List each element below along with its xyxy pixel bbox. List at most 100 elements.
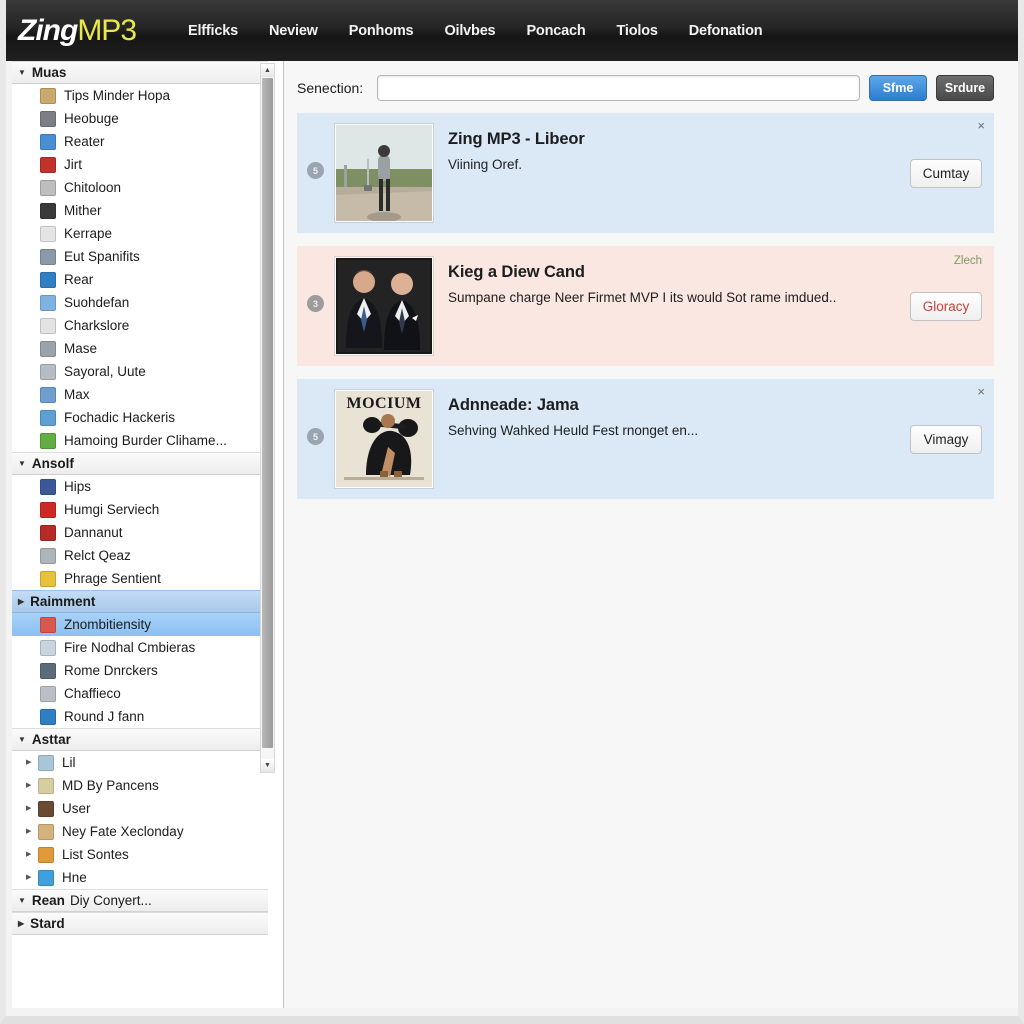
results-list: 5 Zing MP3 - Libeor Viining Oref. Cumtay × 3 K…: [285, 101, 1018, 499]
nav-item-poncach[interactable]: Poncach: [526, 23, 585, 39]
sidebar-item-label: MD By Pancens: [62, 778, 159, 793]
sidebar-item-round-j-fann[interactable]: Round J fann: [12, 705, 268, 728]
search-submit-button[interactable]: Sfme: [869, 75, 927, 101]
sidebar-item-dannanut[interactable]: Dannanut: [12, 521, 268, 544]
sidebar-item-rome-dnrckers[interactable]: Rome Dnrckers: [12, 659, 268, 682]
sidebar-item-user[interactable]: ▶ User: [12, 797, 268, 820]
result-card: 3 Kieg a Diew Cand Sumpane charge Neer Fir…: [297, 246, 994, 366]
sidebar-item-charkslore[interactable]: Charkslore: [12, 314, 268, 337]
sidebar-item-chaffieco[interactable]: Chaffieco: [12, 682, 268, 705]
result-description: Viining Oref.: [448, 157, 523, 172]
chevron-right-icon[interactable]: ▶: [26, 828, 38, 835]
sidebar-item-heobuge[interactable]: Heobuge: [12, 107, 268, 130]
sidebar-scroll-area: ▼ Muas Tips Minder Hopa Heobuge Reater Jirt Ch…: [12, 61, 268, 1008]
sidebar-item-label: Sayoral, Uute: [64, 364, 146, 379]
sidebar-group-rean[interactable]: ▼ Rean Diy Conyert...: [12, 889, 268, 912]
result-action-button[interactable]: Cumtay: [910, 158, 982, 188]
sidebar-item-mither[interactable]: Mither: [12, 199, 268, 222]
nav-item-neview[interactable]: Neview: [269, 23, 318, 39]
result-thumbnail[interactable]: [334, 256, 434, 356]
app-logo[interactable]: ZingMP3: [18, 15, 137, 46]
map-icon: [38, 754, 54, 771]
sidebar-item-phrage-sentient[interactable]: Phrage Sentient: [12, 567, 268, 590]
sidebar-item-list-sontes[interactable]: ▶ List Sontes: [12, 843, 268, 866]
ship-icon: [40, 662, 56, 679]
scroll-up-arrow-icon[interactable]: ▲: [261, 64, 274, 77]
nav-item-oilvbes[interactable]: Oilvbes: [444, 23, 495, 39]
result-description: Sehving Wahked Heuld Fest rnonget en...: [448, 423, 699, 438]
chevron-right-icon[interactable]: ▶: [26, 874, 38, 881]
result-count-badge: 3: [307, 295, 324, 312]
sidebar-group-ansolf[interactable]: ▼ Ansolf: [12, 452, 268, 475]
sidebar-item-label: Hamoing Burder Clihame...: [64, 433, 227, 448]
sidebar-item-eut-spanifits[interactable]: Eut Spanifits: [12, 245, 268, 268]
photo-icon: [40, 294, 56, 311]
sidebar-item-sayoral-uute[interactable]: Sayoral, Uute: [12, 360, 268, 383]
sidebar-item-label: Znombitiensity: [64, 617, 152, 632]
sidebar-item-jirt[interactable]: Jirt: [12, 153, 268, 176]
main-navigation: Elfficks Neview Ponhoms Oilvbes Poncach Tiolo…: [188, 23, 793, 39]
sidebar-item-label: Dannanut: [64, 525, 123, 540]
sidebar-item-rear[interactable]: Rear: [12, 268, 268, 291]
sidebar-item-hamoing-burder-clihame[interactable]: Hamoing Burder Clihame...: [12, 429, 268, 452]
chevron-right-icon[interactable]: ▶: [26, 805, 38, 812]
chevron-right-icon[interactable]: ▶: [26, 851, 38, 858]
sidebar-item-ney-fate-xeclonday[interactable]: ▶ Ney Fate Xeclonday: [12, 820, 268, 843]
sidebar-group-muas[interactable]: ▼ Muas: [12, 61, 268, 84]
result-title[interactable]: Zing MP3 - Libeor: [448, 130, 900, 149]
sidebar-item-relct-qeaz[interactable]: Relct Qeaz: [12, 544, 268, 567]
sidebar-group-raimment[interactable]: ▶ Raimment: [12, 590, 268, 613]
sidebar-item-label: Jirt: [64, 157, 82, 172]
close-icon[interactable]: ×: [977, 119, 985, 132]
result-title[interactable]: Adnneade: Jama: [448, 396, 900, 415]
sidebar-item-md-by-pancens[interactable]: ▶ MD By Pancens: [12, 774, 268, 797]
sidebar-item-label: Kerrape: [64, 226, 113, 241]
result-action-button[interactable]: Gloracy: [910, 291, 982, 321]
sidebar-item-reater[interactable]: Reater: [12, 130, 268, 153]
sidebar-scrollbar[interactable]: ▲ ▼: [260, 63, 275, 773]
result-title[interactable]: Kieg a Diew Cand: [448, 263, 900, 282]
close-icon[interactable]: ×: [977, 385, 985, 398]
sidebar-item-chitoloon[interactable]: Chitoloon: [12, 176, 268, 199]
sidebar-item-znombitiensity[interactable]: Znombitiensity: [12, 613, 268, 636]
facebook-icon: [40, 478, 56, 495]
sidebar-item-fochadic-hackeris[interactable]: Fochadic Hackeris: [12, 406, 268, 429]
result-corner-note: Zlech: [953, 255, 982, 267]
nav-item-defonation[interactable]: Defonation: [689, 23, 763, 39]
sidebar-item-max[interactable]: Max: [12, 383, 268, 406]
nav-item-elfficks[interactable]: Elfficks: [188, 23, 238, 39]
sidebar-item-label: Phrage Sentient: [64, 571, 161, 586]
sidebar-item-lil[interactable]: ▶ Lil: [12, 751, 268, 774]
sidebar-item-mase[interactable]: Mase: [12, 337, 268, 360]
search-secondary-button[interactable]: Srdure: [936, 75, 994, 101]
result-thumbnail[interactable]: [334, 123, 434, 223]
sidebar-item-fire-nodhal-cmbieras[interactable]: Fire Nodhal Cmbieras: [12, 636, 268, 659]
sidebar-group-stard[interactable]: ▶ Stard: [12, 912, 268, 935]
result-card: 5 MOCIUM Adnneade: Jama Sehving Wahked Heul…: [297, 379, 994, 499]
result-action-button[interactable]: Vimagy: [910, 424, 982, 454]
search-input[interactable]: [377, 75, 860, 101]
nav-item-ponhoms[interactable]: Ponhoms: [349, 23, 414, 39]
result-action-area: Gloracy: [910, 291, 982, 321]
sidebar-item-label: Reater: [64, 134, 105, 149]
nav-item-tiolos[interactable]: Tiolos: [616, 23, 657, 39]
sidebar-item-tips-minder-hopa[interactable]: Tips Minder Hopa: [12, 84, 268, 107]
chevron-right-icon[interactable]: ▶: [26, 782, 38, 789]
scroll-down-arrow-icon[interactable]: ▼: [261, 759, 274, 772]
printer-icon: [40, 179, 56, 196]
sidebar-item-hips[interactable]: Hips: [12, 475, 268, 498]
sidebar-item-kerrape[interactable]: Kerrape: [12, 222, 268, 245]
avatar-icon: [38, 800, 54, 817]
result-count-badge: 5: [307, 428, 324, 445]
scrollbar-thumb[interactable]: [262, 78, 273, 748]
sidebar-group-label: Muas: [31, 65, 67, 80]
sidebar-item-label: Relct Qeaz: [64, 548, 131, 563]
sidebar-item-humgi-serviech[interactable]: Humgi Serviech: [12, 498, 268, 521]
chevron-right-icon[interactable]: ▶: [26, 759, 38, 766]
sidebar-item-suohdefan[interactable]: Suohdefan: [12, 291, 268, 314]
card-icon: [40, 639, 56, 656]
sidebar-item-hne[interactable]: ▶ Hne: [12, 866, 268, 889]
result-thumbnail[interactable]: MOCIUM: [334, 389, 434, 489]
sidebar-group-label: Stard: [30, 916, 65, 931]
sidebar-group-asttar[interactable]: ▼ Asttar: [12, 728, 268, 751]
